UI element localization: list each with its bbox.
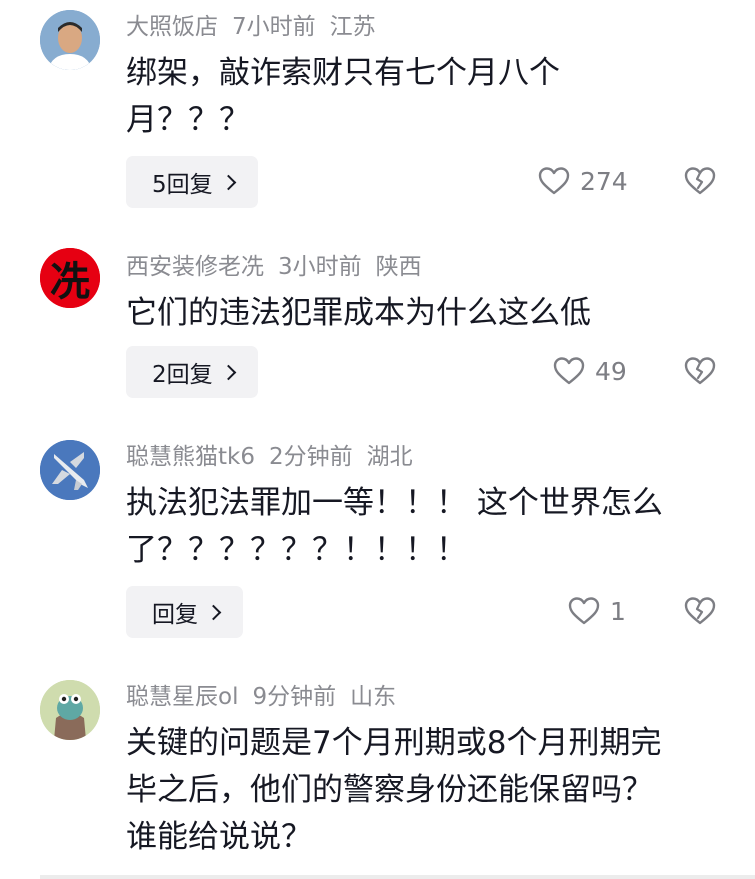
cartoon-avatar-icon — [40, 680, 100, 740]
photo-avatar-icon — [40, 10, 100, 70]
heart-outline-icon — [553, 357, 585, 385]
comment-text-line: 月？？？ — [126, 102, 250, 138]
comment-time: 2分钟前 — [268, 444, 353, 470]
comment-text-line: 它们的违法犯罪成本为什么这么低 — [126, 295, 591, 331]
like-button[interactable]: 49 — [553, 356, 627, 386]
comment-location: 湖北 — [366, 444, 413, 470]
dislike-button[interactable] — [684, 596, 716, 630]
comment-location: 山东 — [350, 684, 397, 710]
comment-text-line: 毕之后，他们的警察身份还能保留吗？ — [126, 772, 653, 808]
comment-item: 冼 西安装修老冼 3小时前 陕西 它们的违法犯罪成本为什么这么低 2回复 49 — [0, 230, 755, 430]
chevron-right-icon — [205, 604, 222, 620]
broken-heart-icon — [684, 167, 716, 195]
comment-item: 聪慧星辰ol 9分钟前 山东 关键的问题是7个月刑期或8个月刑期完 毕之后，他们的警… — [0, 670, 755, 875]
comment-text: 关键的问题是7个月刑期或8个月刑期完 毕之后，他们的警察身份还能保留吗？ 谁能给… — [126, 720, 726, 861]
username[interactable]: 聪慧星辰ol — [126, 684, 238, 710]
comment-time: 3小时前 — [278, 254, 362, 280]
username[interactable]: 大照饭店 — [126, 14, 218, 40]
comment-text: 绑架，敲诈索财只有七个月八个 月？？？ — [126, 50, 726, 144]
comment-text-line: 绑架，敲诈索财只有七个月八个 — [126, 55, 560, 91]
divider — [40, 875, 755, 879]
like-count: 274 — [580, 166, 628, 196]
fighter-jet-icon — [40, 440, 100, 500]
like-count: 1 — [610, 596, 626, 626]
reply-label: 回复 — [152, 602, 198, 628]
comment-text-line: 关键的问题是7个月刑期或8个月刑期完 — [126, 725, 662, 761]
comment-location: 陕西 — [375, 254, 422, 280]
comment-text: 执法犯法罪加一等！！！ 这个世界怎么 了？？？？？？！！！！ — [126, 480, 726, 574]
user-avatar[interactable]: 冼 — [40, 248, 100, 308]
comment-meta: 大照饭店 7小时前 江苏 — [126, 12, 390, 42]
username[interactable]: 聪慧熊猫tk6 — [126, 444, 255, 470]
reply-button[interactable]: 回复 — [126, 586, 243, 638]
dislike-button[interactable] — [684, 166, 716, 200]
user-avatar[interactable] — [40, 680, 100, 740]
comment-location: 江苏 — [329, 14, 376, 40]
comment-item: 聪慧熊猫tk6 2分钟前 湖北 执法犯法罪加一等！！！ 这个世界怎么 了？？？？？？… — [0, 430, 755, 670]
heart-outline-icon — [538, 167, 570, 195]
comment-text-line: 谁能给说说？ — [126, 819, 312, 855]
reply-label: 2回复 — [152, 362, 213, 388]
like-button[interactable]: 274 — [538, 166, 628, 196]
chevron-right-icon — [220, 364, 236, 380]
view-replies-button[interactable]: 2回复 — [126, 346, 258, 398]
like-count: 49 — [595, 356, 627, 386]
comment-meta: 聪慧星辰ol 9分钟前 山东 — [126, 682, 410, 712]
broken-heart-icon — [684, 357, 716, 385]
comment-meta: 聪慧熊猫tk6 2分钟前 湖北 — [126, 442, 427, 472]
user-avatar[interactable] — [40, 10, 100, 70]
dislike-button[interactable] — [684, 356, 716, 390]
comment-time: 9分钟前 — [252, 684, 337, 710]
like-button[interactable]: 1 — [568, 596, 626, 626]
comment-meta: 西安装修老冼 3小时前 陕西 — [126, 252, 436, 282]
chevron-right-icon — [220, 174, 236, 190]
comment-text: 它们的违法犯罪成本为什么这么低 — [126, 290, 726, 337]
avatar-text: 冼 — [50, 258, 90, 305]
broken-heart-icon — [684, 597, 716, 625]
comment-time: 7小时前 — [232, 14, 316, 40]
view-replies-button[interactable]: 5回复 — [126, 156, 258, 208]
user-avatar[interactable] — [40, 440, 100, 500]
comment-text-line: 执法犯法罪加一等！！！ 这个世界怎么 — [126, 485, 663, 521]
heart-outline-icon — [568, 597, 600, 625]
comment-text-line: 了？？？？？？！！！！ — [126, 532, 467, 568]
comment-item: 大照饭店 7小时前 江苏 绑架，敲诈索财只有七个月八个 月？？？ 5回复 274 — [0, 0, 755, 230]
reply-label: 5回复 — [152, 172, 213, 198]
username[interactable]: 西安装修老冼 — [126, 254, 264, 280]
